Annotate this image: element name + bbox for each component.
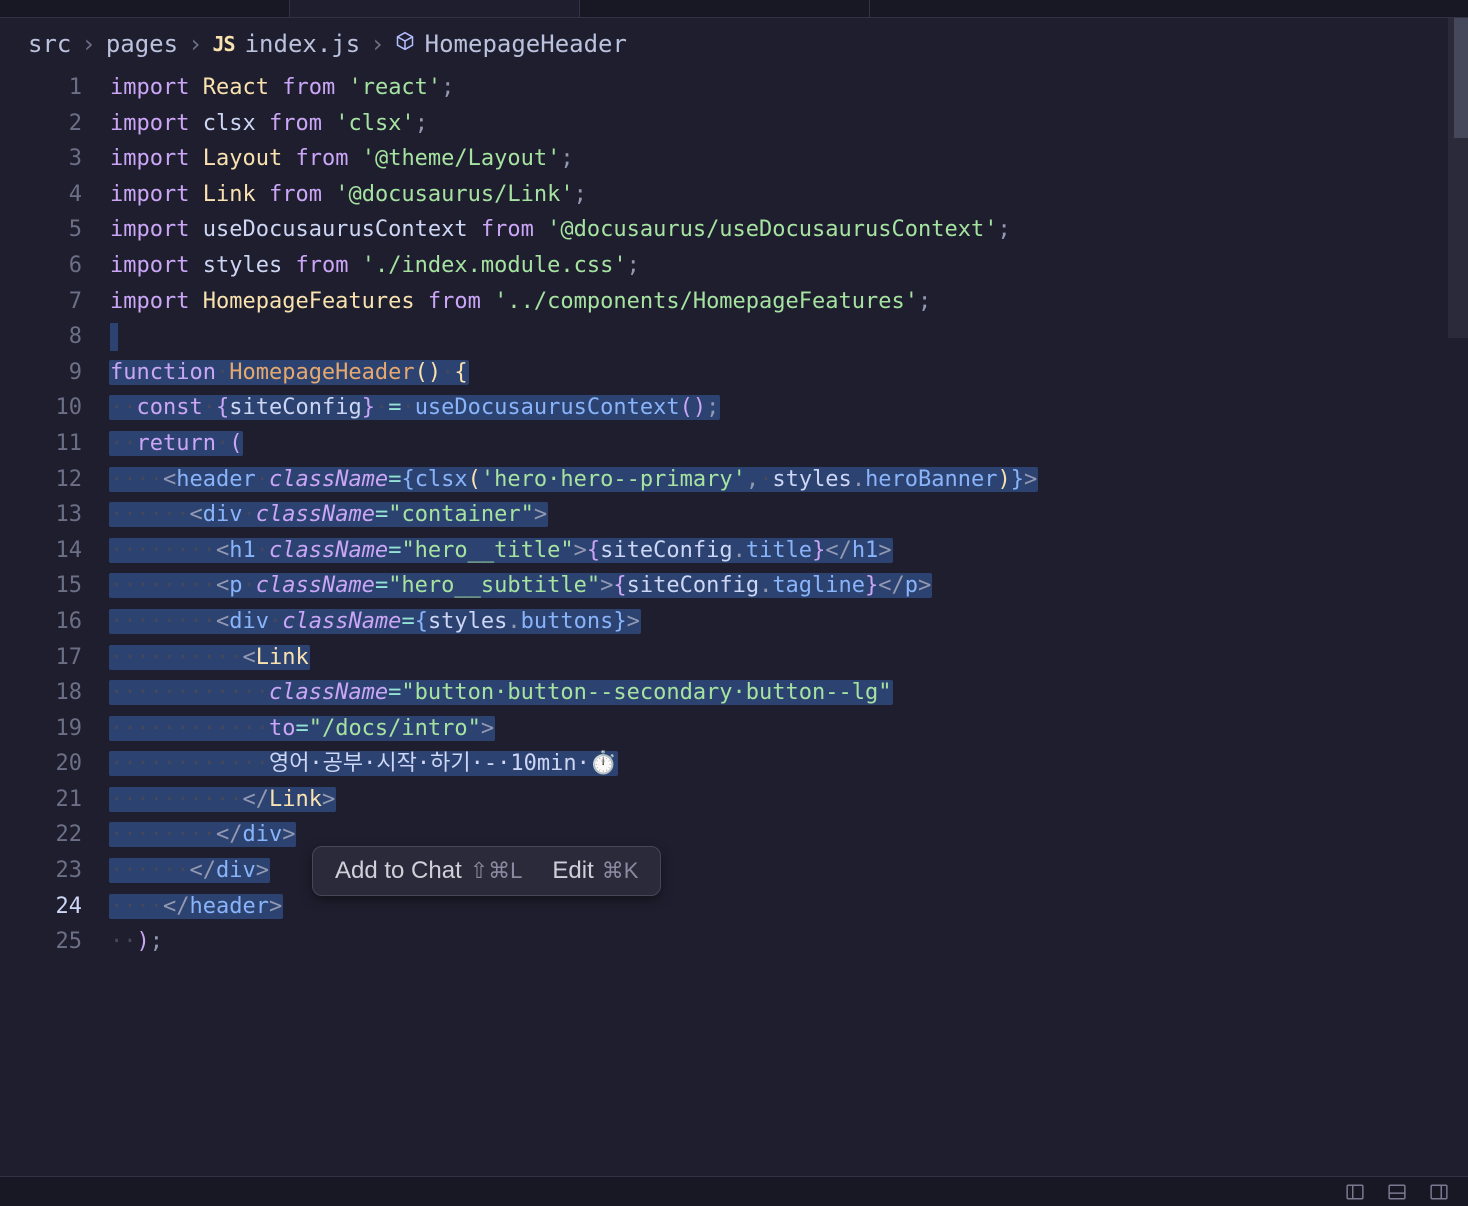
code-line[interactable]: ··const·{siteConfig}·=·useDocusaurusCont… — [110, 390, 1468, 426]
line-number: 5 — [0, 212, 82, 248]
line-number: 20 — [0, 746, 82, 782]
line-number: 24 — [0, 889, 82, 925]
code-line[interactable]: import clsx from 'clsx'; — [110, 106, 1468, 142]
line-number: 9 — [0, 355, 82, 391]
chevron-right-icon: › — [188, 30, 202, 58]
shortcut-hint: ⇧⌘L — [470, 858, 523, 883]
code-line[interactable]: ····</header> — [110, 889, 1468, 925]
line-number: 4 — [0, 177, 82, 213]
line-number: 12 — [0, 462, 82, 498]
shortcut-hint: ⌘K — [602, 858, 639, 883]
line-number: 3 — [0, 141, 82, 177]
line-number: 19 — [0, 711, 82, 747]
code-editor[interactable]: 1 2 3 4 5 6 7 8 9 10 11 12 13 14 15 16 1… — [0, 70, 1468, 1174]
inline-actions-popup: Add to Chat ⇧⌘L Edit ⌘K — [312, 846, 661, 896]
line-number: 14 — [0, 533, 82, 569]
line-number: 6 — [0, 248, 82, 284]
tab-slot[interactable] — [580, 0, 870, 17]
line-number-gutter: 1 2 3 4 5 6 7 8 9 10 11 12 13 14 15 16 1… — [0, 70, 110, 1174]
code-line[interactable]: ············영어·공부·시작·하기·-·10min·⏱️ — [110, 746, 1468, 782]
line-number: 8 — [0, 319, 82, 355]
code-line[interactable]: ··return·( — [110, 426, 1468, 462]
add-to-chat-label: Add to Chat — [335, 857, 462, 884]
code-line[interactable]: import styles from './index.module.css'; — [110, 248, 1468, 284]
panel-layout-icon[interactable] — [1346, 1183, 1364, 1201]
line-number: 2 — [0, 106, 82, 142]
breadcrumb-file[interactable]: index.js — [245, 30, 361, 58]
code-line[interactable]: import HomepageFeatures from '../compone… — [110, 284, 1468, 320]
breadcrumb: src › pages › JS index.js › HomepageHead… — [0, 18, 1468, 70]
line-number: 7 — [0, 284, 82, 320]
breadcrumb-part[interactable]: pages — [106, 30, 178, 58]
code-line[interactable]: import React from 'react'; — [110, 70, 1468, 106]
code-line[interactable]: ········</div> — [110, 817, 1468, 853]
code-line[interactable]: ············to="/docs/intro"> — [110, 711, 1468, 747]
javascript-file-icon: JS — [213, 32, 235, 56]
code-line[interactable]: ··········</Link> — [110, 782, 1468, 818]
edit-label: Edit — [552, 857, 593, 884]
code-line[interactable]: ········<h1·className="hero__title">{sit… — [110, 533, 1468, 569]
minimap-scrollbar[interactable] — [1448, 18, 1468, 338]
line-number: 13 — [0, 497, 82, 533]
line-number: 10 — [0, 390, 82, 426]
tab-slot-active[interactable] — [290, 0, 580, 17]
chevron-right-icon: › — [370, 30, 384, 58]
line-number: 16 — [0, 604, 82, 640]
add-to-chat-button[interactable]: Add to Chat ⇧⌘L — [335, 857, 522, 885]
line-number: 21 — [0, 782, 82, 818]
code-line[interactable]: ····<header·className={clsx('hero·hero--… — [110, 462, 1468, 498]
panel-layout-icon[interactable] — [1430, 1183, 1448, 1201]
code-line[interactable]: ··········<Link — [110, 640, 1468, 676]
code-content[interactable]: import React from 'react'; import clsx f… — [110, 70, 1468, 1174]
chevron-right-icon: › — [81, 30, 95, 58]
code-line[interactable]: ······<div·className="container"> — [110, 497, 1468, 533]
panel-layout-icon[interactable] — [1388, 1183, 1406, 1201]
breadcrumb-symbol[interactable]: HomepageHeader — [425, 30, 627, 58]
line-number: 1 — [0, 70, 82, 106]
code-line[interactable]: ········<div·className={styles.buttons}> — [110, 604, 1468, 640]
code-line[interactable]: import Link from '@docusaurus/Link'; — [110, 177, 1468, 213]
breadcrumb-part[interactable]: src — [28, 30, 71, 58]
line-number: 15 — [0, 568, 82, 604]
line-number: 18 — [0, 675, 82, 711]
line-number: 17 — [0, 640, 82, 676]
line-number: 25 — [0, 924, 82, 960]
code-line[interactable] — [110, 319, 1468, 355]
code-line[interactable]: import Layout from '@theme/Layout'; — [110, 141, 1468, 177]
tab-bar — [0, 0, 1468, 18]
code-line[interactable]: ········<p·className="hero__subtitle">{s… — [110, 568, 1468, 604]
code-line[interactable]: import useDocusaurusContext from '@docus… — [110, 212, 1468, 248]
line-number: 22 — [0, 817, 82, 853]
code-line[interactable]: function·HomepageHeader()·{ — [110, 355, 1468, 391]
code-line[interactable]: ············className="button·button--se… — [110, 675, 1468, 711]
code-line[interactable]: ··); — [110, 924, 1468, 960]
tab-slot[interactable] — [0, 0, 290, 17]
edit-button[interactable]: Edit ⌘K — [552, 857, 638, 885]
panel-bar — [0, 1176, 1468, 1206]
symbol-function-icon — [395, 31, 415, 57]
line-number: 23 — [0, 853, 82, 889]
line-number: 11 — [0, 426, 82, 462]
